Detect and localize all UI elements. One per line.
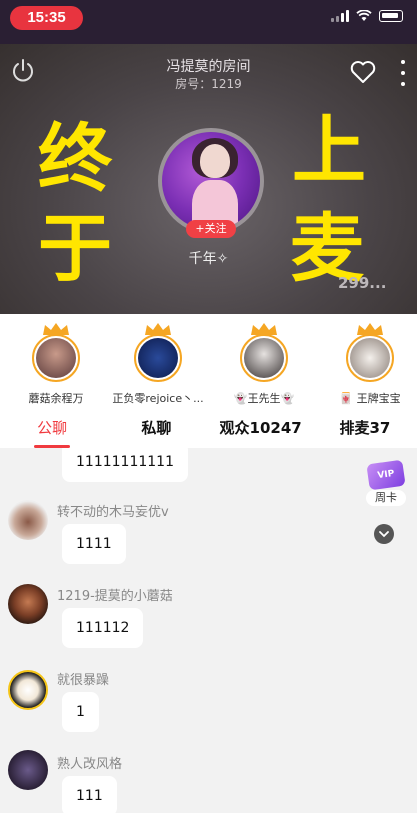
message-bubble: 1111 (62, 524, 126, 564)
host-avatar[interactable] (158, 128, 264, 234)
avatar[interactable] (8, 500, 48, 540)
chat-tabs: 公聊 私聊 观众10247 排麦37 (0, 410, 417, 448)
seat[interactable]: 正负零rejoice丶... (106, 322, 210, 406)
message-username: 熟人改风格 (57, 757, 123, 772)
follow-button[interactable]: +关注 (186, 220, 236, 238)
room-hero: 冯提莫的房间 房号：1219 终 于 上 麦 +关注 千年✧ 299... (0, 44, 417, 314)
seat-label: 🀄 王牌宝宝 (339, 392, 401, 405)
overlay-char: 终 (38, 116, 112, 202)
seat[interactable]: 蘑菇余程万 (4, 322, 108, 406)
message-bubble: 11111111111 (62, 448, 188, 482)
tab-audience[interactable]: 观众10247 (209, 410, 313, 448)
signal-icon (331, 10, 349, 22)
status-time: 15:35 (10, 6, 83, 30)
viewer-count: 299... (338, 274, 387, 292)
overlay-char: 上 (292, 108, 366, 194)
message-username: 就很暴躁 (57, 673, 110, 688)
seat-label: 👻王先生👻 (233, 392, 295, 405)
crown-icon (357, 323, 383, 335)
seat-label: 蘑菇余程万 (28, 392, 84, 405)
crown-icon (251, 323, 277, 335)
avatar[interactable] (8, 584, 48, 624)
host-name: 千年✧ (188, 251, 229, 267)
status-bar: 15:35 (0, 0, 417, 44)
crown-icon (145, 323, 171, 335)
crown-icon (43, 323, 69, 335)
message-bubble: 111 (62, 776, 117, 813)
seat[interactable]: 👻王先生👻 (212, 322, 316, 406)
chevron-down-icon (379, 531, 389, 538)
seat-label: 正负零rejoice丶... (112, 392, 204, 405)
vip-weekly-card[interactable]: VIP 周卡 (366, 459, 406, 512)
heart-icon[interactable] (350, 60, 376, 84)
tab-private-chat[interactable]: 私聊 (104, 410, 208, 448)
vip-badge-icon: VIP (366, 459, 406, 491)
message-username: 1219-提莫的小蘑菇 (57, 589, 173, 604)
wifi-icon (356, 10, 372, 21)
vip-label: 周卡 (366, 490, 406, 506)
seat[interactable]: 🀄 王牌宝宝 (318, 322, 417, 406)
avatar[interactable] (8, 750, 48, 790)
message-bubble: 111112 (62, 608, 144, 648)
mic-seats: 蘑菇余程万 正负零rejoice丶... 👻王先生👻 🀄 王牌宝宝 (0, 314, 417, 410)
battery-icon (379, 10, 403, 22)
scroll-down-button[interactable] (374, 524, 394, 544)
message-bubble: 1 (62, 692, 99, 732)
tab-public-chat[interactable]: 公聊 (0, 410, 104, 448)
status-icons (331, 10, 403, 22)
chat-list[interactable]: 11111111111 转不动的木马妄优v 1111 1219-提莫的小蘑菇 1… (0, 448, 417, 813)
more-icon[interactable] (398, 60, 408, 86)
avatar[interactable] (8, 670, 48, 710)
message-username: 转不动的木马妄优v (57, 505, 169, 520)
tab-mic-queue[interactable]: 排麦37 (313, 410, 417, 448)
